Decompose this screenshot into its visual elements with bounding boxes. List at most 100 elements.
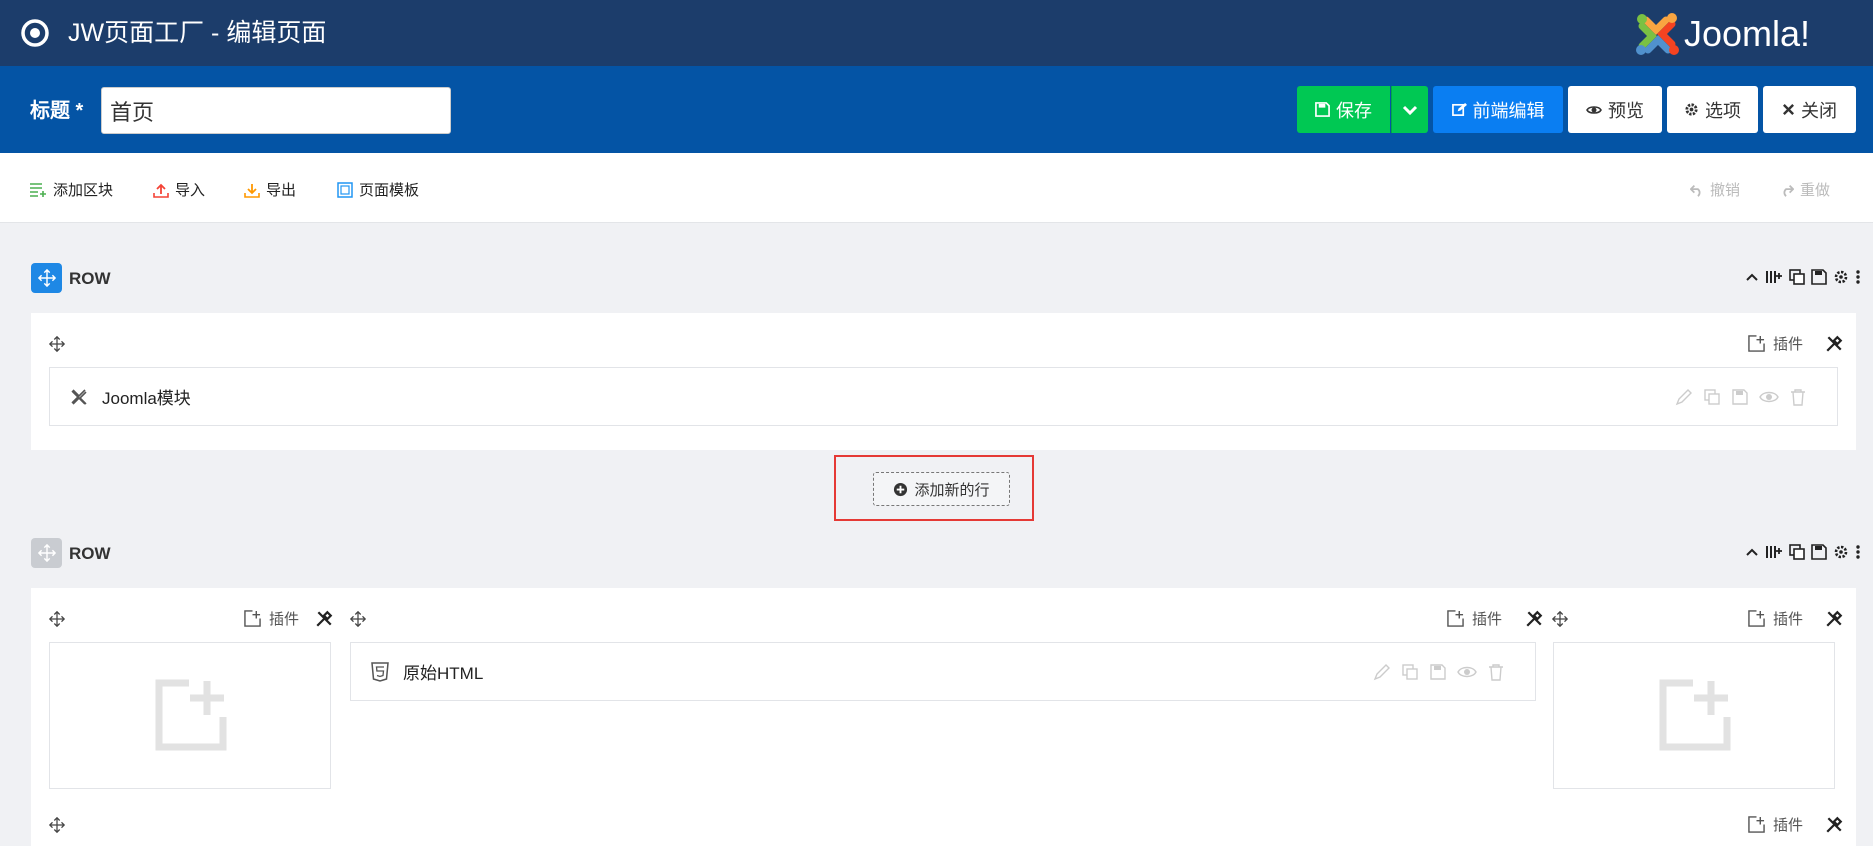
row-tools <box>1745 269 1861 285</box>
edit-icon <box>1451 102 1467 117</box>
add-block-button[interactable]: 添加区块 <box>29 179 113 200</box>
undo-button[interactable]: 撤销 <box>1690 179 1740 200</box>
column-move-icon[interactable] <box>48 610 66 628</box>
preview-button[interactable]: 预览 <box>1568 86 1662 133</box>
close-button[interactable]: 关闭 <box>1763 86 1856 133</box>
save-button[interactable]: 保存 <box>1297 86 1390 133</box>
add-plugin-button[interactable]: 插件 <box>1748 814 1803 835</box>
add-plugin-button[interactable]: 插件 <box>1447 608 1502 629</box>
row-tools <box>1745 544 1861 560</box>
undo-icon <box>1690 183 1704 197</box>
add-plugin-button[interactable]: 插件 <box>1748 608 1803 629</box>
edit-icon[interactable] <box>1675 388 1693 406</box>
gear-icon <box>1684 102 1699 117</box>
trash-icon[interactable] <box>1487 663 1505 681</box>
redo-button[interactable]: 重做 <box>1780 179 1830 200</box>
trash-icon[interactable] <box>1789 388 1807 406</box>
more-icon[interactable] <box>1855 544 1861 560</box>
empty-column-dropzone[interactable] <box>49 642 331 789</box>
redo-icon <box>1780 183 1794 197</box>
column-move-icon[interactable] <box>1551 610 1569 628</box>
row-move-handle[interactable] <box>31 538 62 568</box>
options-button[interactable]: 选项 <box>1667 86 1758 133</box>
save-label: 保存 <box>1336 100 1372 121</box>
copy-icon[interactable] <box>1703 388 1721 406</box>
title-input[interactable] <box>101 87 451 134</box>
gear-icon[interactable] <box>1833 544 1849 560</box>
add-block-icon <box>29 182 47 198</box>
add-plugin-icon <box>1748 816 1765 833</box>
empty-column-dropzone[interactable] <box>1553 642 1835 789</box>
plugin-label: 插件 <box>1773 611 1804 628</box>
add-plugin-placeholder-icon <box>155 679 227 751</box>
save-dropdown-button[interactable] <box>1391 86 1428 133</box>
import-label: 导入 <box>175 182 206 199</box>
add-plugin-button[interactable]: 插件 <box>1748 333 1803 354</box>
addon-actions <box>1675 388 1807 406</box>
row-move-handle[interactable] <box>31 263 62 293</box>
addon-actions <box>1373 663 1505 681</box>
addon-item[interactable]: Joomla模块 <box>49 367 1838 426</box>
app-title: JW页面工厂 - 编辑页面 <box>68 19 327 47</box>
copy-icon[interactable] <box>1401 663 1419 681</box>
edit-icon[interactable] <box>1373 663 1391 681</box>
save-icon[interactable] <box>1731 388 1749 406</box>
upload-icon <box>153 182 169 198</box>
column-move-icon[interactable] <box>48 335 66 353</box>
add-plugin-icon <box>1748 335 1765 352</box>
add-plugin-icon <box>1748 610 1765 627</box>
save-icon <box>1315 102 1330 117</box>
add-plugin-icon <box>244 610 261 627</box>
row-panel: 插件 Joomla模块 <box>31 313 1856 450</box>
joomla-icon <box>71 389 87 405</box>
import-button[interactable]: 导入 <box>153 179 205 200</box>
eye-icon[interactable] <box>1457 663 1477 681</box>
eye-icon <box>1586 104 1602 116</box>
export-button[interactable]: 导出 <box>244 179 296 200</box>
chevron-down-icon <box>1402 104 1418 116</box>
save-icon[interactable] <box>1429 663 1447 681</box>
undo-label: 撤销 <box>1710 182 1741 199</box>
column-settings-icon[interactable] <box>1525 610 1543 628</box>
column-move-icon[interactable] <box>48 816 66 834</box>
add-block-label: 添加区块 <box>53 182 114 199</box>
builder-toolbar: 添加区块 导入 导出 页面模板 撤销 重做 <box>0 153 1873 223</box>
column-settings-icon[interactable] <box>1825 816 1843 834</box>
move-icon <box>37 544 56 562</box>
close-label: 关闭 <box>1801 100 1837 121</box>
page-template-label: 页面模板 <box>359 182 420 199</box>
page-template-button[interactable]: 页面模板 <box>337 179 419 200</box>
close-icon <box>1782 103 1795 116</box>
copy-icon[interactable] <box>1789 544 1805 560</box>
columns-icon[interactable] <box>1765 544 1783 560</box>
plugin-label: 插件 <box>1472 611 1503 628</box>
column-move-icon[interactable] <box>349 610 367 628</box>
frontend-edit-button[interactable]: 前端编辑 <box>1433 86 1563 133</box>
add-plugin-button[interactable]: 插件 <box>244 608 299 629</box>
title-bar: 标题 * 保存 前端编辑 预览 选项 关闭 <box>0 66 1873 153</box>
columns-icon[interactable] <box>1765 269 1783 285</box>
addon-name: Joomla模块 <box>102 389 191 408</box>
add-row-button[interactable]: 添加新的行 <box>873 472 1010 506</box>
collapse-icon[interactable] <box>1745 270 1759 284</box>
plus-circle-icon <box>894 482 908 496</box>
save-icon[interactable] <box>1811 544 1827 560</box>
add-plugin-icon <box>1447 610 1464 627</box>
column-settings-icon[interactable] <box>1825 335 1843 353</box>
copy-icon[interactable] <box>1789 269 1805 285</box>
svg-text:Joomla!: Joomla! <box>1684 13 1810 54</box>
add-plugin-placeholder-icon <box>1659 679 1731 751</box>
save-icon[interactable] <box>1811 269 1827 285</box>
column-settings-icon[interactable] <box>315 610 333 628</box>
plugin-label: 插件 <box>1773 336 1804 353</box>
row-header: ROW <box>31 538 1861 568</box>
export-label: 导出 <box>266 182 297 199</box>
add-row-label: 添加新的行 <box>914 481 990 499</box>
more-icon[interactable] <box>1855 269 1861 285</box>
collapse-icon[interactable] <box>1745 545 1759 559</box>
addon-item[interactable]: 原始HTML <box>350 642 1536 701</box>
template-icon <box>337 181 353 198</box>
column-settings-icon[interactable] <box>1825 610 1843 628</box>
eye-icon[interactable] <box>1759 388 1779 406</box>
gear-icon[interactable] <box>1833 269 1849 285</box>
